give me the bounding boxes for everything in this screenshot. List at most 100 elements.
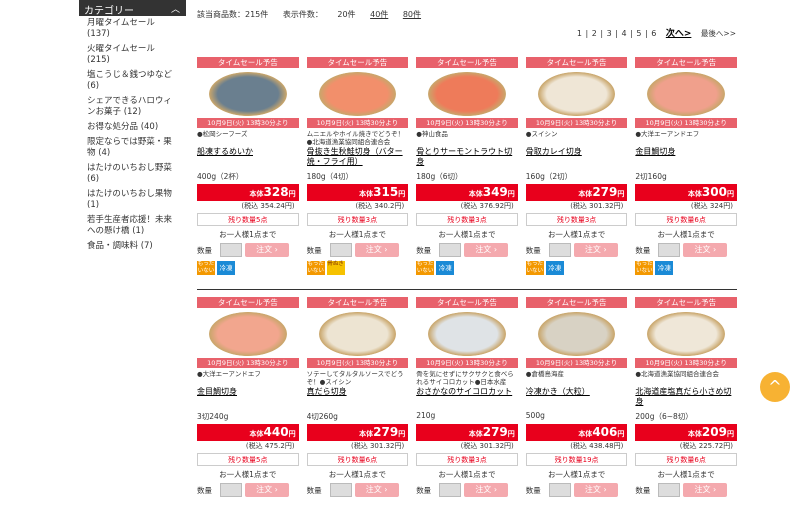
quantity-input[interactable] <box>658 483 681 497</box>
category-item[interactable]: 月曜タイムセール (137) <box>79 16 186 42</box>
price-value: 406 <box>592 425 618 439</box>
category-item[interactable]: 食品・調味料 (7) <box>79 239 186 254</box>
purchase-limit: お一人様1点まで <box>438 470 496 479</box>
product-image[interactable] <box>307 308 409 358</box>
price-value: 279 <box>482 425 508 439</box>
category-item[interactable]: 塩こうじ＆銭つゆなど (6) <box>79 68 186 94</box>
display-count-80-link[interactable]: 80件 <box>403 10 421 19</box>
order-button[interactable]: 注文 › <box>464 483 509 497</box>
category-header[interactable]: カテゴリー ︿ <box>79 0 186 17</box>
order-button[interactable]: 注文 › <box>354 483 399 497</box>
category-item[interactable]: はたけのいちおし果物 (1) <box>79 187 186 213</box>
product-image[interactable] <box>635 308 737 358</box>
quantity-input[interactable] <box>439 483 462 497</box>
product-image[interactable] <box>416 68 518 118</box>
product-image[interactable] <box>197 308 299 358</box>
product-image[interactable] <box>307 68 409 118</box>
product-image[interactable] <box>197 68 299 118</box>
timesale-tag: タイムセール予告 <box>525 297 628 308</box>
timesale-tag: タイムセール予告 <box>416 297 518 308</box>
sale-date-tag: 10月9日(火) 13時30分より <box>306 118 409 128</box>
quantity-label: 数量 <box>416 245 432 255</box>
page-link[interactable]: 3 <box>607 29 612 38</box>
order-button[interactable]: 注文 › <box>245 243 289 257</box>
display-count-40-link[interactable]: 40件 <box>370 10 388 19</box>
purchase-limit: お一人様1点まで <box>547 230 606 239</box>
order-button[interactable]: 注文 › <box>245 483 289 497</box>
order-button[interactable]: 注文 › <box>683 243 728 257</box>
quantity-input[interactable] <box>548 483 571 497</box>
timesale-tag: タイムセール予告 <box>197 57 299 68</box>
product-image[interactable] <box>526 68 628 118</box>
quantity-input[interactable] <box>439 243 462 257</box>
product-image[interactable] <box>416 308 518 358</box>
order-button[interactable]: 注文 › <box>683 483 728 497</box>
price-yen: 円 <box>398 430 406 438</box>
price-label: 本体 <box>687 430 702 438</box>
product-image[interactable] <box>635 68 737 118</box>
order-row: 数量 注文 › <box>307 243 409 257</box>
frozen-badge: 冷凍 <box>436 261 455 275</box>
order-button[interactable]: 注文 › <box>464 243 509 257</box>
category-item[interactable]: 限定ならでは野菜・果物 (4) <box>79 135 186 161</box>
product-name-link[interactable]: 骨とりサーモントラウト切身 <box>416 147 518 167</box>
order-button[interactable]: 注文 › <box>573 483 618 497</box>
product-name-link[interactable]: 冷凍かき（大粒） <box>526 387 628 407</box>
tax-included-price: (税込 354.24円) <box>241 202 295 210</box>
price-label: 本体 <box>359 190 374 198</box>
quantity-label: 数量 <box>306 245 322 255</box>
purchase-limit: お一人様1点まで <box>657 470 715 479</box>
chevron-up-icon[interactable]: ︿ <box>171 2 180 15</box>
product-photo-shape <box>209 72 287 116</box>
quantity-input[interactable] <box>220 483 242 497</box>
remaining-stock: 残り数量6点 <box>635 453 737 466</box>
product-photo-shape <box>209 312 287 356</box>
product-photo-shape <box>647 72 725 116</box>
product-name-link[interactable]: 真だら切身 <box>307 387 409 407</box>
quantity-input[interactable] <box>220 243 242 257</box>
page-link[interactable]: 6 <box>651 29 656 38</box>
order-row: 数量 注文 › <box>197 483 299 497</box>
sale-date-tag: 10月9日(火) 13時30分より <box>306 358 409 368</box>
price-yen: 円 <box>507 190 515 198</box>
product-name-link[interactable]: 北海道産塩真だら小さめ切身 <box>635 387 737 407</box>
quantity-label: 数量 <box>635 485 651 495</box>
tax-included-price: (税込 301.32円) <box>570 202 624 210</box>
order-button[interactable]: 注文 › <box>573 243 618 257</box>
page-link[interactable]: 2 <box>592 29 597 38</box>
product-name-link[interactable]: おさかなのサイコロカット <box>416 387 518 407</box>
product-name-link[interactable]: 骨取カレイ切身 <box>526 147 628 167</box>
category-item[interactable]: 火曜タイムセール (215) <box>79 42 186 68</box>
product-name-link[interactable]: 金目鯛切身 <box>197 387 299 407</box>
product-name-link[interactable]: 金目鯛切身 <box>635 147 737 167</box>
category-item[interactable]: 若手生産者応援！未来への懸け橋 (1) <box>79 213 186 239</box>
mottainai-badge: もったいない <box>197 261 215 275</box>
price-label: 本体 <box>468 190 483 198</box>
next-page-link[interactable]: 次へ> <box>666 29 692 39</box>
order-button[interactable]: 注文 › <box>354 243 399 257</box>
last-page-link[interactable]: 最後へ>> <box>701 29 736 38</box>
quantity-input[interactable] <box>548 243 571 257</box>
category-item[interactable]: シェアできるハロウィンお菓子 (12) <box>79 94 186 120</box>
category-item[interactable]: はたけのいちおし野菜 (6) <box>79 161 186 187</box>
product-image[interactable] <box>526 308 628 358</box>
quantity-input[interactable] <box>329 483 352 497</box>
product-name-link[interactable]: 骨抜き生秋鮭切身（バター焼・フライ用） <box>307 147 409 167</box>
page-link[interactable]: 4 <box>621 29 626 38</box>
order-row: 数量 注文 › <box>197 243 299 257</box>
order-row: 数量 注文 › <box>635 483 737 497</box>
quantity-label: 数量 <box>525 245 541 255</box>
product-name-link[interactable]: 船凍するめいか <box>197 147 299 167</box>
product-card: タイムセール予告 10月9日(火) 13時30分より ソテーしてタルタルソースで… <box>306 297 409 515</box>
price-bar: 本体209円 <box>635 424 737 441</box>
price-bar: 本体349円 <box>416 184 518 201</box>
quantity-input[interactable] <box>329 243 352 257</box>
category-item[interactable]: お得な処分品 (40) <box>79 120 186 135</box>
maker-text: ●松岡シーフーズ <box>197 130 248 138</box>
page-link[interactable]: 5 <box>636 29 641 38</box>
scroll-to-top-button[interactable]: ^ <box>760 372 790 402</box>
product-card: タイムセール予告 10月9日(火) 13時30分より ●松岡シーフーズ 船凍する… <box>197 57 299 283</box>
product-card: タイムセール予告 10月9日(火) 13時30分より ●スイシン 骨取カレイ切身… <box>525 57 628 283</box>
quantity-input[interactable] <box>658 243 681 257</box>
quantity-label: 数量 <box>306 485 322 495</box>
